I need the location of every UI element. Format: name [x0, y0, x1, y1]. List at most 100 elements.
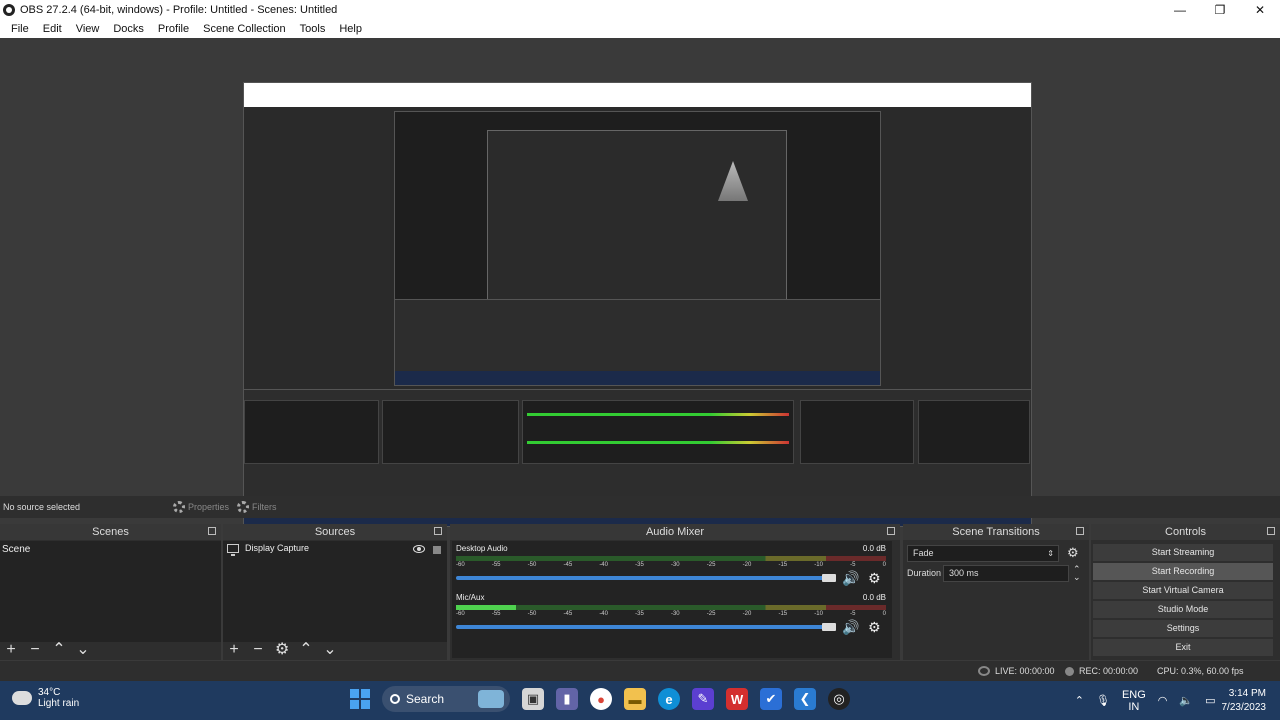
taskbar-clock[interactable]: 3:14 PM 7/23/2023: [1222, 687, 1280, 715]
spinner-icon[interactable]: ⌃ ⌄: [1073, 565, 1081, 582]
meter-tick-label: -10: [814, 611, 823, 617]
settings-button[interactable]: Settings: [1093, 620, 1273, 637]
remove-icon[interactable]: −: [251, 642, 265, 658]
maximize-button[interactable]: ❐: [1200, 0, 1240, 19]
vscode-icon[interactable]: ❮: [794, 688, 816, 710]
move-up-icon[interactable]: ⌃: [52, 642, 66, 658]
scenes-title: Scenes: [92, 526, 129, 538]
microphone-icon[interactable]: 🎙: [1090, 694, 1116, 707]
gear-icon[interactable]: ⚙: [1067, 545, 1079, 561]
undock-icon[interactable]: [208, 527, 216, 535]
undock-icon[interactable]: [434, 527, 442, 535]
windows-start-icon[interactable]: [350, 689, 370, 709]
meter-tick-label: -45: [563, 611, 573, 617]
todo-icon[interactable]: ✔: [760, 688, 782, 710]
wifi-icon[interactable]: ◠: [1152, 694, 1174, 707]
battery-icon[interactable]: ▭: [1199, 694, 1221, 707]
obs-taskbar-icon[interactable]: ◎: [828, 688, 850, 710]
meter-tick-label: -25: [706, 611, 716, 617]
menu-profile[interactable]: Profile: [151, 23, 196, 35]
lock-icon[interactable]: [433, 546, 441, 554]
scene-item[interactable]: Scene: [0, 541, 221, 558]
transition-select[interactable]: Fade ⇕: [907, 544, 1059, 562]
menu-tools[interactable]: Tools: [293, 23, 333, 35]
gear-icon[interactable]: ⚙: [275, 642, 289, 658]
source-toolbar: No source selected Properties Filters: [0, 496, 1280, 518]
volume-icon[interactable]: 🔈: [1173, 694, 1199, 707]
speaker-icon[interactable]: 🔊: [842, 571, 859, 585]
task-view-icon[interactable]: ▣: [522, 688, 544, 710]
controls-header: Controls: [1091, 524, 1280, 540]
undock-icon[interactable]: [1076, 527, 1084, 535]
nested-controls-panel: [918, 400, 1030, 464]
transition-value: Fade: [913, 548, 934, 558]
menu-scene-collection[interactable]: Scene Collection: [196, 23, 293, 35]
meter-tick-label: -20: [742, 562, 752, 568]
taskbar-search[interactable]: Search: [382, 686, 510, 712]
language-indicator[interactable]: ENG IN: [1116, 689, 1152, 713]
properties-button[interactable]: Properties: [173, 501, 229, 513]
wps-office-icon[interactable]: W: [726, 688, 748, 710]
mixer-body: Desktop Audio 0.0 dB -60 -55 -50 -45 -40 -35-…: [452, 541, 892, 658]
move-down-icon[interactable]: ⌄: [323, 642, 337, 658]
system-tray: ⌃ 🎙 ENG IN ◠ 🔈 ▭ 3:14 PM 7/23/2023: [1069, 681, 1280, 720]
duration-field[interactable]: 300 ms: [943, 564, 1069, 582]
speaker-icon[interactable]: 🔊: [842, 620, 859, 634]
volume-meter: [456, 605, 886, 610]
weather-widget[interactable]: 34°C Light rain: [8, 687, 79, 709]
nested-recursion: [718, 161, 748, 201]
menu-docks[interactable]: Docks: [106, 23, 151, 35]
updown-icon: ⇕: [1047, 548, 1054, 558]
volume-slider-handle[interactable]: [822, 623, 836, 631]
sources-title: Sources: [314, 526, 356, 538]
sources-dock: Sources Display Capture + − ⚙ ⌃ ⌄: [223, 524, 447, 660]
gear-icon[interactable]: ⚙: [868, 620, 881, 634]
source-item[interactable]: Display Capture: [223, 541, 447, 556]
file-explorer-icon[interactable]: ▬: [624, 688, 646, 710]
paint-app-icon[interactable]: ✎: [692, 688, 714, 710]
scene-transitions-dock: Scene Transitions Fade ⇕ ⚙ Duration 300 …: [903, 524, 1089, 660]
start-recording-button[interactable]: Start Recording: [1093, 563, 1273, 580]
meter-tick-label: -35: [635, 562, 644, 568]
chrome-icon[interactable]: ●: [590, 688, 612, 710]
volume-meter: [456, 556, 886, 561]
menu-view[interactable]: View: [69, 23, 107, 35]
channel-name: Desktop Audio: [456, 544, 508, 553]
move-down-icon[interactable]: ⌄: [76, 642, 90, 658]
volume-slider[interactable]: [456, 625, 828, 629]
search-highlight-icon: [478, 690, 504, 708]
undock-icon[interactable]: [1267, 527, 1275, 535]
minimize-button[interactable]: —: [1160, 0, 1200, 19]
menu-file[interactable]: File: [4, 23, 36, 35]
add-icon[interactable]: +: [4, 642, 18, 658]
move-up-icon[interactable]: ⌃: [299, 642, 313, 658]
add-icon[interactable]: +: [227, 642, 241, 658]
edge-icon[interactable]: e: [658, 688, 680, 710]
start-virtual-camera-button[interactable]: Start Virtual Camera: [1093, 582, 1273, 599]
search-icon: [390, 694, 400, 704]
menu-edit[interactable]: Edit: [36, 23, 69, 35]
chevron-up-icon[interactable]: ⌃: [1069, 694, 1090, 707]
live-status: LIVE: 00:00:00: [978, 666, 1055, 676]
scenes-dock: Scenes Scene + − ⌃ ⌄: [0, 524, 221, 660]
volume-slider[interactable]: [456, 576, 828, 580]
undock-icon[interactable]: [887, 527, 895, 535]
gear-icon[interactable]: ⚙: [868, 571, 881, 585]
start-streaming-button[interactable]: Start Streaming: [1093, 544, 1273, 561]
nested-obs-window-inner: [487, 130, 787, 300]
meter-ticks: -60 -55 -50 -45 -40 -35 -30 -25 -20 -15 -10 -5 0: [456, 562, 886, 570]
filters-button[interactable]: Filters: [237, 501, 277, 513]
nested-sources-panel: [382, 400, 519, 464]
visibility-eye-icon[interactable]: [413, 545, 425, 553]
preview-area[interactable]: [0, 38, 1280, 527]
close-button[interactable]: ✕: [1240, 0, 1280, 19]
exit-button[interactable]: Exit: [1093, 639, 1273, 656]
studio-mode-button[interactable]: Studio Mode: [1093, 601, 1273, 618]
remove-icon[interactable]: −: [28, 642, 42, 658]
menu-help[interactable]: Help: [332, 23, 369, 35]
window-controls: — ❐ ✕: [1160, 0, 1280, 19]
menu-bar: File Edit View Docks Profile Scene Colle…: [0, 19, 1280, 38]
volume-slider-handle[interactable]: [822, 574, 836, 582]
nested-mixer-panel: [522, 400, 794, 464]
teams-icon[interactable]: ▮: [556, 688, 578, 710]
